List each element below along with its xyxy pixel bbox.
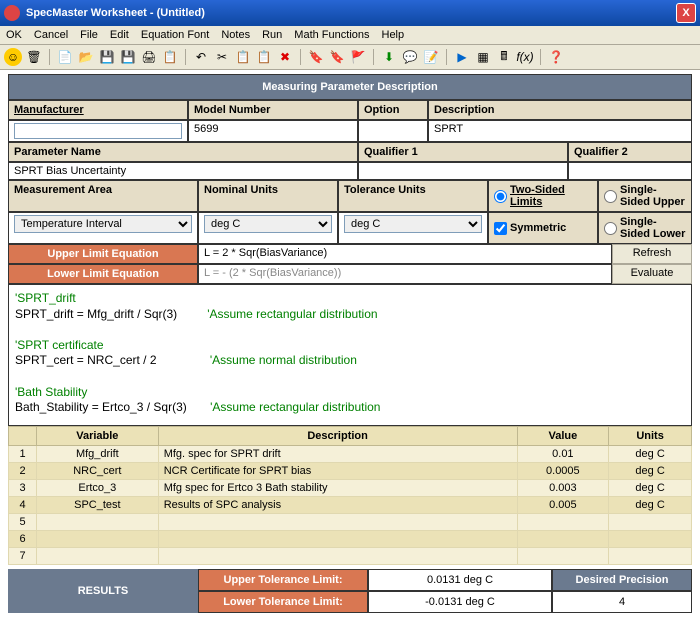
open-icon[interactable]: 📂 bbox=[77, 48, 95, 66]
upper-tol-label: Upper Tolerance Limit: bbox=[198, 569, 368, 591]
cut-icon[interactable]: ✂ bbox=[213, 48, 231, 66]
qualifier2-input[interactable] bbox=[568, 162, 692, 180]
code-editor[interactable]: 'SPRT_driftSPRT_drift = Mfg_drift / Sqr(… bbox=[8, 284, 692, 426]
menu-edit[interactable]: Edit bbox=[110, 29, 129, 41]
grid-icon[interactable]: ▦ bbox=[474, 48, 492, 66]
menu-run[interactable]: Run bbox=[262, 29, 282, 41]
two-sided-radio[interactable] bbox=[494, 190, 507, 203]
menu-help[interactable]: Help bbox=[382, 29, 405, 41]
paste-icon[interactable]: 📋 bbox=[255, 48, 273, 66]
upper-tol-value: 0.0131 deg C bbox=[368, 569, 552, 591]
parameter-name-label: Parameter Name bbox=[14, 146, 101, 158]
trash-icon[interactable]: 🗑 bbox=[25, 48, 43, 66]
symmetric-label: Symmetric bbox=[510, 222, 566, 234]
lower-tol-label: Lower Tolerance Limit: bbox=[198, 591, 368, 613]
note-icon[interactable]: 📝 bbox=[422, 48, 440, 66]
bookmark2-icon[interactable]: 🔖 bbox=[328, 48, 346, 66]
table-row[interactable]: 5 bbox=[9, 514, 692, 531]
upper-eq-label: Upper Limit Equation bbox=[47, 248, 158, 260]
single-lower-radio[interactable] bbox=[604, 222, 617, 235]
refresh-button[interactable]: Refresh bbox=[612, 244, 692, 264]
model-number-value[interactable]: 5699 bbox=[194, 123, 218, 135]
copy-icon[interactable]: 📋 bbox=[234, 48, 252, 66]
var-col-header: Value bbox=[517, 427, 609, 446]
menu-ok[interactable]: OK bbox=[6, 29, 22, 41]
run-icon[interactable]: ▶ bbox=[453, 48, 471, 66]
menu-equation-font[interactable]: Equation Font bbox=[141, 29, 210, 41]
save-icon[interactable]: 💾 bbox=[98, 48, 116, 66]
upper-eq-value[interactable]: L = 2 * Sqr(BiasVariance) bbox=[204, 247, 327, 259]
fx-icon[interactable]: f(x) bbox=[516, 48, 534, 66]
nominal-units-select[interactable]: deg C bbox=[204, 215, 332, 233]
qualifier1-input[interactable] bbox=[358, 162, 568, 180]
table-row[interactable]: 7 bbox=[9, 548, 692, 565]
table-row[interactable]: 3Ertco_3Mfg spec for Ertco 3 Bath stabil… bbox=[9, 480, 692, 497]
titlebar: SpecMaster Worksheet - (Untitled) X bbox=[0, 0, 700, 26]
var-col-header bbox=[9, 427, 37, 446]
single-upper-radio[interactable] bbox=[604, 190, 617, 203]
window-title: SpecMaster Worksheet - (Untitled) bbox=[26, 7, 676, 19]
description-label: Description bbox=[434, 104, 495, 116]
description-value[interactable]: SPRT bbox=[434, 123, 463, 135]
table-row[interactable]: 6 bbox=[9, 531, 692, 548]
precision-value[interactable]: 4 bbox=[552, 591, 692, 613]
model-number-label: Model Number bbox=[194, 104, 270, 116]
nominal-units-label: Nominal Units bbox=[204, 184, 278, 196]
preview-icon[interactable]: 📋 bbox=[161, 48, 179, 66]
print-icon[interactable]: 🖨 bbox=[140, 48, 158, 66]
var-col-header: Variable bbox=[37, 427, 159, 446]
table-row[interactable]: 4SPC_testResults of SPC analysis0.005deg… bbox=[9, 497, 692, 514]
var-col-header: Description bbox=[158, 427, 517, 446]
results-label: RESULTS bbox=[8, 569, 198, 613]
variable-table: VariableDescriptionValueUnits 1Mfg_drift… bbox=[8, 426, 692, 565]
lower-eq-value: L = - (2 * Sqr(BiasVariance)) bbox=[204, 267, 341, 279]
flag-icon[interactable]: 🚩 bbox=[349, 48, 367, 66]
manufacturer-label: Manufacturer bbox=[14, 104, 84, 116]
lower-tol-value: -0.0131 deg C bbox=[368, 591, 552, 613]
menu-notes[interactable]: Notes bbox=[221, 29, 250, 41]
import-icon[interactable]: ⬇ bbox=[380, 48, 398, 66]
calc-icon[interactable]: 🖩 bbox=[495, 48, 513, 66]
tolerance-units-label: Tolerance Units bbox=[344, 184, 426, 196]
measurement-area-label: Measurement Area bbox=[14, 184, 112, 196]
parameter-name-value[interactable]: SPRT Bias Uncertainty bbox=[14, 165, 126, 177]
lower-eq-label: Lower Limit Equation bbox=[47, 268, 159, 280]
close-button[interactable]: X bbox=[676, 3, 696, 23]
table-row[interactable]: 1Mfg_driftMfg. spec for SPRT drift0.01de… bbox=[9, 446, 692, 463]
help-icon[interactable]: ❓ bbox=[547, 48, 565, 66]
undo-icon[interactable]: ↶ bbox=[192, 48, 210, 66]
precision-label: Desired Precision bbox=[552, 569, 692, 591]
single-lower-label: Single-Sided Lower bbox=[620, 216, 686, 240]
app-icon bbox=[4, 5, 20, 21]
option-label: Option bbox=[364, 104, 399, 116]
delete-icon[interactable]: ✖ bbox=[276, 48, 294, 66]
new-icon[interactable]: 📄 bbox=[56, 48, 74, 66]
var-col-header: Units bbox=[609, 427, 692, 446]
menu-math-functions[interactable]: Math Functions bbox=[294, 29, 369, 41]
menubar: OK Cancel File Edit Equation Font Notes Run Mat… bbox=[0, 26, 700, 45]
symmetric-checkbox[interactable] bbox=[494, 222, 507, 235]
menu-cancel[interactable]: Cancel bbox=[34, 29, 68, 41]
bookmark1-icon[interactable]: 🔖 bbox=[307, 48, 325, 66]
qualifier1-label: Qualifier 1 bbox=[364, 146, 418, 158]
table-row[interactable]: 2NRC_certNCR Certificate for SPRT bias0.… bbox=[9, 463, 692, 480]
menu-file[interactable]: File bbox=[80, 29, 98, 41]
evaluate-button[interactable]: Evaluate bbox=[612, 264, 692, 284]
toolbar: ☺ 🗑 📄 📂 💾 💾 🖨 📋 ↶ ✂ 📋 📋 ✖ 🔖 🔖 🚩 ⬇ 💬 📝 ▶ … bbox=[0, 45, 700, 70]
manufacturer-input[interactable] bbox=[14, 123, 182, 139]
section-header: Measuring Parameter Description bbox=[8, 74, 692, 100]
smiley-icon[interactable]: ☺ bbox=[4, 48, 22, 66]
single-upper-label: Single-Sided Upper bbox=[620, 184, 686, 208]
comment-icon[interactable]: 💬 bbox=[401, 48, 419, 66]
qualifier2-label: Qualifier 2 bbox=[574, 146, 628, 158]
tolerance-units-select[interactable]: deg C bbox=[344, 215, 482, 233]
saveas-icon[interactable]: 💾 bbox=[119, 48, 137, 66]
two-sided-label: Two-Sided Limits bbox=[510, 184, 592, 208]
measurement-area-select[interactable]: Temperature Interval bbox=[14, 215, 192, 233]
